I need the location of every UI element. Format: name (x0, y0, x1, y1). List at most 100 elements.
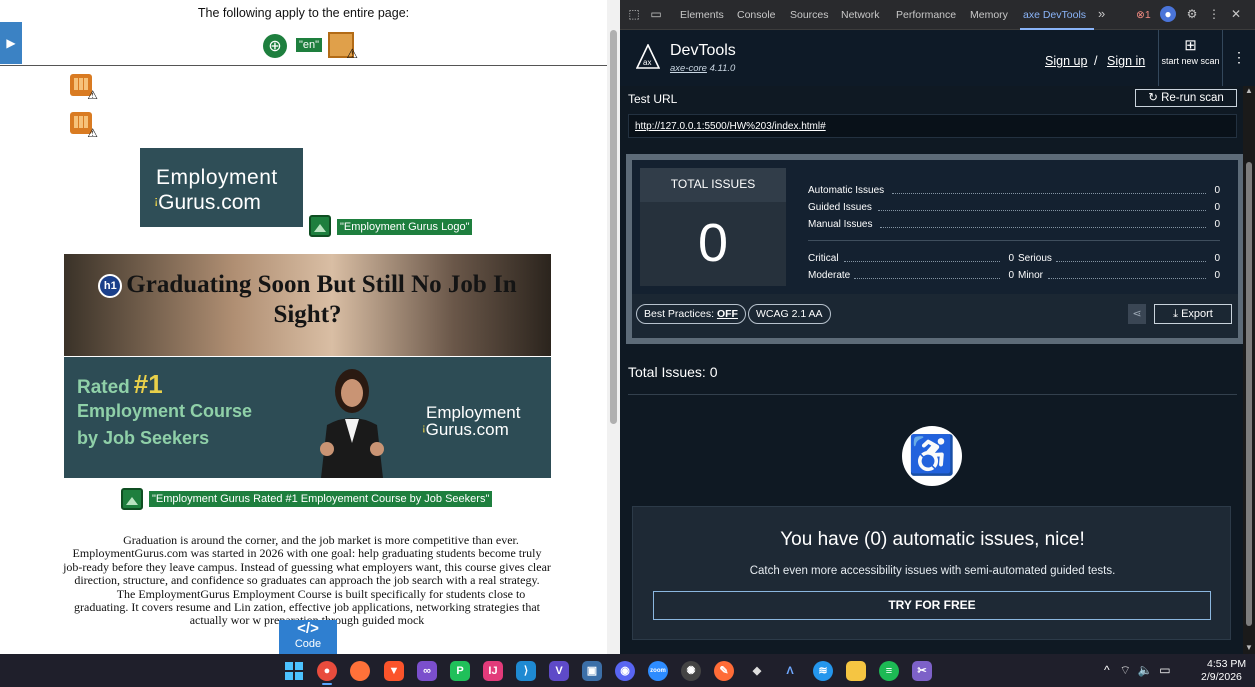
banner-line2: Employment Course (77, 401, 253, 421)
total-issues-count: 0 (697, 213, 729, 273)
banner-alt-tag: "Employment Gurus Rated #1 Employement C… (149, 491, 493, 507)
pycharm-icon[interactable]: P (450, 661, 470, 681)
system-tray[interactable]: ^ ⌔ 🔈 ▭ (1104, 663, 1171, 678)
serious-row[interactable]: Serious 0 (1018, 252, 1220, 265)
intellij-icon[interactable]: IJ (483, 661, 503, 681)
layout-warning-icon[interactable]: ⚠ (70, 112, 98, 140)
plus-square-icon: ⊞ (1184, 37, 1197, 54)
total-issues-box: TOTAL ISSUES 0 (640, 168, 786, 286)
unity-icon[interactable]: ◆ (747, 661, 767, 681)
moderate-row[interactable]: Moderate 0 (808, 269, 1014, 282)
scrollbar-thumb[interactable] (1246, 162, 1252, 626)
error-badge[interactable]: ⊗1 (1136, 9, 1151, 21)
code-view-button[interactable]: </> Code (279, 620, 337, 654)
axe-menu-icon[interactable]: ⋮ (1232, 49, 1246, 66)
paragraph-1: Graduation is around the corner, and the… (63, 533, 551, 588)
close-icon[interactable]: ✕ (1228, 6, 1244, 22)
guided-issues-row[interactable]: Guided Issues 0 (808, 201, 1220, 214)
tab-performance[interactable]: Performance (896, 9, 956, 21)
test-url-link[interactable]: http://127.0.0.1:5500/HW%203/index.html# (635, 121, 826, 132)
axe-version[interactable]: axe-core 4.11.0 (670, 63, 735, 74)
devtools-scrollbar[interactable]: ▲ ▼ (1243, 86, 1255, 654)
tab-elements[interactable]: Elements (680, 9, 724, 21)
image-alt-icon[interactable] (309, 215, 331, 237)
terminal-icon[interactable]: ▣ (582, 661, 602, 681)
clock-date[interactable]: 2/9/2026 (1201, 671, 1242, 683)
rerun-scan-button[interactable]: ↻ Re-run scan (1135, 89, 1237, 107)
brave-icon[interactable]: ▼ (384, 661, 404, 681)
svg-text:ax: ax (643, 58, 651, 67)
arc-icon[interactable]: Λ (780, 661, 800, 681)
spotify-icon[interactable]: ≡ (879, 661, 899, 681)
zoom-icon[interactable]: zoom (648, 661, 668, 681)
banner-rated: Rated #1 (77, 369, 163, 399)
tab-console[interactable]: Console (737, 9, 776, 21)
inspect-icon[interactable]: ⬚ (626, 6, 642, 22)
title-warning-icon[interactable] (328, 32, 358, 62)
code-label: Code (294, 638, 322, 650)
critical-row[interactable]: Critical 0 (808, 252, 1014, 265)
issues-summary: TOTAL ISSUES 0 Automatic Issues 0 Guided … (626, 154, 1243, 344)
file-explorer-icon[interactable] (846, 661, 866, 681)
image-alt-icon[interactable] (121, 488, 143, 510)
share-icon[interactable]: ⋖ (1128, 304, 1146, 324)
tab-network[interactable]: Network (841, 9, 880, 21)
clock-time[interactable]: 4:53 PM (1207, 658, 1246, 670)
page-level-annotations: The following apply to the entire page: … (0, 0, 607, 66)
section-divider (628, 394, 1237, 395)
snipping-tool-icon[interactable]: ✂ (912, 661, 932, 681)
chatgpt-icon[interactable]: ✺ (681, 661, 701, 681)
wifi-icon: ⌔ (1119, 663, 1131, 677)
layout-warning-icon[interactable]: ⚠ (70, 74, 98, 102)
firefox-icon[interactable] (350, 661, 370, 681)
download-icon: ⤓ (1173, 308, 1182, 320)
vscode-icon[interactable]: ⟩ (516, 661, 536, 681)
minor-row[interactable]: Minor 0 (1018, 269, 1220, 282)
chrome-icon[interactable]: ● (317, 661, 337, 681)
rated-banner-image: Rated #1 Employment Course by Job Seekers… (64, 357, 551, 478)
h1-badge[interactable]: h1 (98, 274, 123, 298)
code-icon: </> (297, 620, 319, 637)
no-issues-card: You have (0) automatic issues, nice! Cat… (632, 506, 1231, 640)
menu-dots-icon[interactable]: ⋮ (1206, 6, 1222, 22)
logo-line2: ꜟGurus.com (154, 191, 261, 214)
total-issues-heading: Total Issues: 0 (628, 364, 718, 380)
gear-icon[interactable]: ⚙ (1184, 6, 1200, 22)
visual-studio-icon[interactable]: ∞ (417, 661, 437, 681)
globe-icon[interactable]: ⊕ (263, 34, 287, 58)
lang-badge: "en" (296, 38, 323, 52)
sign-in-link[interactable]: Sign in (1107, 54, 1145, 68)
summary-footer: Best Practices: OFF WCAG 2.1 AA ⋖ ⤓ Expo… (632, 294, 1238, 338)
profile-icon[interactable]: ● (1160, 6, 1176, 22)
manual-issues-row[interactable]: Manual Issues 0 (808, 218, 1220, 231)
tab-axe-devtools[interactable]: axe DevTools (1023, 9, 1086, 21)
start-new-scan-button[interactable]: ⊞ start new scan (1158, 30, 1223, 86)
automatic-issues-row[interactable]: Automatic Issues 0 (808, 184, 1220, 197)
discord-icon[interactable]: ◉ (615, 661, 635, 681)
accessibility-icon: ♿ (902, 426, 962, 486)
vs-installer-icon[interactable]: V (549, 661, 569, 681)
postman-icon[interactable]: ✎ (714, 661, 734, 681)
start-icon[interactable] (284, 661, 304, 681)
sign-up-link[interactable]: Sign up (1045, 54, 1087, 68)
tab-sources[interactable]: Sources (790, 9, 829, 21)
intro-paragraph: Graduation is around the corner, and the… (62, 533, 552, 628)
page-scrollbar[interactable] (607, 0, 620, 654)
summary-card: TOTAL ISSUES 0 Automatic Issues 0 Guided … (632, 160, 1238, 294)
scroll-down-icon[interactable]: ▼ (1245, 643, 1253, 652)
devtools-tabbar: ⬚ ▭ Elements Console Sources Network Per… (620, 0, 1255, 30)
refresh-icon: ↻ (1148, 92, 1162, 104)
export-button[interactable]: ⤓ Export (1154, 304, 1232, 324)
tab-memory[interactable]: Memory (970, 9, 1008, 21)
best-practices-toggle[interactable]: Best Practices: OFF (636, 304, 746, 324)
scrollbar-thumb[interactable] (610, 30, 617, 424)
scroll-up-icon[interactable]: ▲ (1245, 86, 1253, 95)
axe-logo-icon: ax (636, 44, 660, 69)
side-panel-toggle[interactable]: ▶ (0, 22, 22, 64)
start-new-scan-label: start new scan (1161, 56, 1220, 66)
docker-icon[interactable]: ≋ (813, 661, 833, 681)
more-tabs-icon[interactable]: » (1098, 6, 1105, 21)
wcag-standard-selector[interactable]: WCAG 2.1 AA (748, 304, 831, 324)
try-for-free-button[interactable]: TRY FOR FREE (653, 591, 1211, 620)
device-toolbar-icon[interactable]: ▭ (648, 6, 664, 22)
